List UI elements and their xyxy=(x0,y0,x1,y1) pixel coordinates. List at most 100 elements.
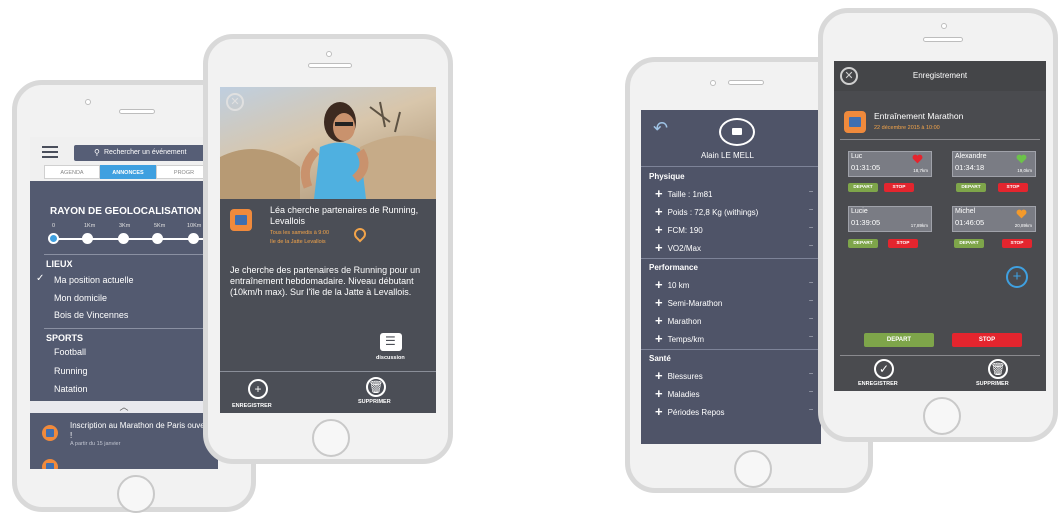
speaker-slot xyxy=(308,63,352,68)
divider xyxy=(840,355,1040,356)
location-pin-icon[interactable] xyxy=(351,225,369,243)
delete-button[interactable]: SUPPRIMER xyxy=(976,381,1009,387)
stop-button[interactable]: STOP xyxy=(884,183,914,192)
runner-time: 01:39:05 xyxy=(851,218,881,227)
event-icon xyxy=(42,425,58,441)
km-label: 3Km xyxy=(119,223,131,229)
profile-row[interactable]: + Taille : 1m81– xyxy=(655,186,813,201)
news-title[interactable]: Inscription au Marathon de Paris ouverte… xyxy=(70,421,218,441)
runner-card[interactable]: Lucie 01:39:05 17,89km xyxy=(848,206,932,232)
camera-icon[interactable] xyxy=(719,118,755,146)
km-label: 10Km xyxy=(187,223,202,229)
check-circle-icon[interactable]: ✓ xyxy=(874,359,894,379)
camera-dot xyxy=(941,23,947,29)
hamburger-menu-icon[interactable] xyxy=(42,146,58,158)
add-icon[interactable]: + xyxy=(248,379,268,399)
slider-stop[interactable] xyxy=(188,233,199,244)
slider-stop[interactable] xyxy=(82,233,93,244)
slider-stop[interactable] xyxy=(118,233,129,244)
home-button[interactable] xyxy=(312,419,350,457)
heart-icon xyxy=(912,154,923,164)
plus-icon: + xyxy=(655,368,663,383)
runner-name: Luc xyxy=(851,153,863,160)
camera-dot xyxy=(85,99,91,105)
screen-filters: ⚲ Rechercher un événement AGENDA ANNONCE… xyxy=(30,137,218,469)
geolocation-radius-title: RAYON DE GEOLOCALISATION xyxy=(50,206,202,217)
depart-button[interactable]: DEPART xyxy=(954,239,984,248)
profile-row[interactable]: +10 km – xyxy=(655,277,813,292)
screen-annonce: ✕ Léa cherche partenaires de Running, Le… xyxy=(220,87,436,413)
place-option[interactable]: Bois de Vincennes xyxy=(54,310,128,320)
runner-distance: 17,89km xyxy=(910,223,928,228)
stop-button[interactable]: STOP xyxy=(888,239,918,248)
delete-button[interactable]: SUPPRIMER xyxy=(358,399,391,405)
save-button[interactable]: ENREGISTRER xyxy=(858,381,898,387)
stop-button[interactable]: STOP xyxy=(1002,239,1032,248)
annonce-category-icon xyxy=(230,209,252,231)
depart-button[interactable]: DEPART xyxy=(848,183,878,192)
runner-distance: 20,89km xyxy=(1014,223,1032,228)
race-title: Entraînement Marathon xyxy=(874,111,964,121)
close-icon[interactable]: ✕ xyxy=(226,93,244,111)
add-runner-icon[interactable]: + xyxy=(1006,266,1028,288)
home-button[interactable] xyxy=(923,397,961,435)
place-option[interactable]: Mon domicile xyxy=(54,293,107,303)
save-button[interactable]: ENREGISTRER xyxy=(232,403,272,409)
user-name: Alain LE MELL xyxy=(701,151,754,160)
back-arrow-icon[interactable]: ↶ xyxy=(653,118,668,139)
runner-card[interactable]: Alexandre 01:34:18 19,0km xyxy=(952,151,1036,177)
profile-row[interactable]: + Temps/km – xyxy=(655,331,813,346)
trash-icon[interactable]: 🗑 xyxy=(366,377,386,397)
discussion-icon[interactable] xyxy=(380,333,402,351)
profile-row[interactable]: + Poids : 72,8 Kg (withings) – xyxy=(655,204,813,219)
trash-icon[interactable]: 🗑 xyxy=(988,359,1008,379)
radius-slider-handle[interactable] xyxy=(48,233,59,244)
annonce-schedule: Tous les samedis à 9:00 xyxy=(270,230,330,236)
lieux-heading: LIEUX xyxy=(46,259,73,269)
collapse-chevron-up-icon[interactable]: ︿ xyxy=(30,401,218,413)
slider-stop[interactable] xyxy=(152,233,163,244)
section-sante: Santé xyxy=(649,354,671,363)
camera-dot xyxy=(710,80,716,86)
plus-icon: + xyxy=(655,277,663,292)
sport-option[interactable]: Running xyxy=(54,366,88,376)
news-subtitle: A partir du 15 janvier xyxy=(70,441,121,447)
annonce-title: Léa cherche partenaires de Running, Leva… xyxy=(270,205,419,226)
profile-row[interactable]: + VO2/Max – xyxy=(655,240,813,255)
profile-row[interactable]: + FCM: 190– xyxy=(655,222,813,237)
runner-card[interactable]: Luc 01:31:05 18,7km xyxy=(848,151,932,177)
home-button[interactable] xyxy=(734,450,772,488)
depart-button[interactable]: DEPART xyxy=(848,239,878,248)
profile-row[interactable]: + Marathon – xyxy=(655,313,813,328)
plus-icon: + xyxy=(655,331,663,346)
plus-icon: + xyxy=(655,313,663,328)
divider xyxy=(641,166,821,167)
speaker-slot xyxy=(728,80,764,85)
stop-button[interactable]: STOP xyxy=(998,183,1028,192)
sport-option[interactable]: Natation xyxy=(54,384,88,394)
discussion-label[interactable]: discussion xyxy=(376,355,405,361)
profile-row[interactable]: + Semi-Marathon – xyxy=(655,295,813,310)
runner-name: Michel xyxy=(955,208,976,215)
home-button[interactable] xyxy=(117,475,155,513)
runner-card[interactable]: Michel 01:46:05 20,89km xyxy=(952,206,1036,232)
check-icon: ✓ xyxy=(36,273,45,284)
event-icon xyxy=(42,459,58,469)
tab-agenda[interactable]: AGENDA xyxy=(44,165,100,179)
km-label: 5Km xyxy=(154,223,166,229)
profile-row[interactable]: + Blessures – xyxy=(655,368,813,383)
sport-option[interactable]: Football xyxy=(54,347,86,357)
stop-all-button[interactable]: STOP xyxy=(952,333,1022,347)
profile-row[interactable]: + Maladies – xyxy=(655,386,813,401)
profile-row[interactable]: + Périodes Repos – xyxy=(655,404,813,419)
annonce-place: Ile de la Jatte Levallois xyxy=(270,239,326,245)
depart-all-button[interactable]: DEPART xyxy=(864,333,934,347)
place-option[interactable]: Ma position actuelle xyxy=(54,275,134,285)
search-input[interactable]: ⚲ Rechercher un événement xyxy=(74,145,218,161)
tab-annonces[interactable]: ANNONCES xyxy=(100,165,156,179)
divider xyxy=(840,139,1040,140)
divider xyxy=(641,349,821,350)
depart-button[interactable]: DEPART xyxy=(956,183,986,192)
divider xyxy=(44,328,214,329)
heart-icon xyxy=(1016,209,1027,219)
